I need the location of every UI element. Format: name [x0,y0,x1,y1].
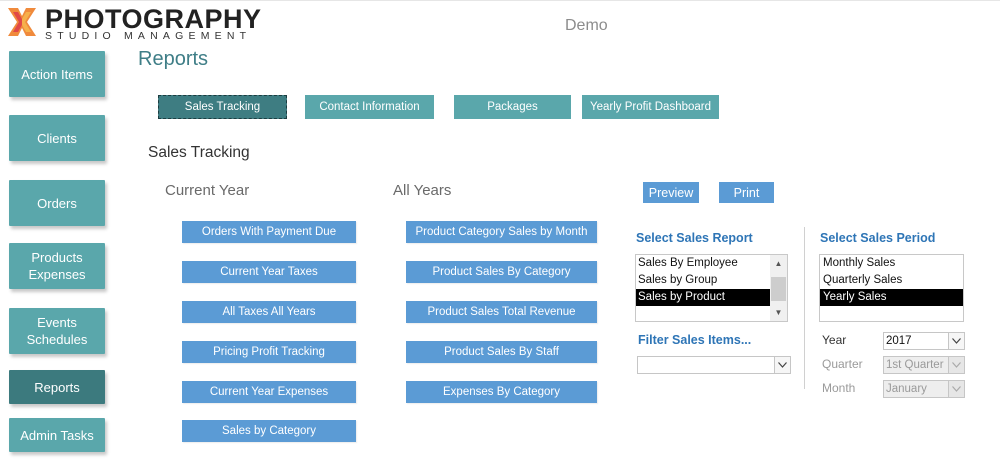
quarter-label: Quarter [822,357,863,371]
list-item[interactable]: Sales By Employee [636,255,771,272]
scrollbar-thumb[interactable] [771,277,786,301]
app-window: PHOTOGRAPHY STUDIO MANAGEMENT Demo Actio… [0,0,1000,469]
print-button[interactable]: Print [719,182,774,203]
sidebar-item-events-schedules[interactable]: Events Schedules [9,308,105,354]
tab-yearly-profit-dashboard[interactable]: Yearly Profit Dashboard [582,95,719,119]
sidebar-item-clients[interactable]: Clients [9,115,105,161]
sidebar-item-products-expenses[interactable]: Products Expenses [9,243,105,289]
all-years-heading: All Years [393,182,452,199]
brand-tagline: STUDIO MANAGEMENT [45,30,252,42]
list-item[interactable]: Quarterly Sales [820,272,963,289]
filter-sales-items-label: Filter Sales Items... [638,333,752,347]
month-dropdown[interactable]: January [883,380,965,398]
select-sales-period-label: Select Sales Period [820,231,936,245]
year-dropdown[interactable]: 2017 [883,332,965,350]
page-title: Reports [138,48,209,70]
demo-label: Demo [565,17,608,34]
sales-by-category-button[interactable]: Sales by Category [182,420,356,442]
sales-report-listbox[interactable]: Sales By Employee Sales by Group Sales b… [635,254,788,322]
listbox-scrollbar[interactable]: ▲ ▼ [770,255,787,321]
section-title: Sales Tracking [148,144,250,161]
product-sales-by-category-button[interactable]: Product Sales By Category [406,261,597,283]
chevron-down-icon[interactable] [948,357,964,373]
chevron-down-icon[interactable] [774,357,790,373]
year-value: 2017 [886,335,912,347]
expenses-by-category-button[interactable]: Expenses By Category [406,381,597,403]
pricing-profit-tracking-button[interactable]: Pricing Profit Tracking [182,341,356,363]
chevron-down-icon[interactable] [948,381,964,397]
sales-period-listbox[interactable]: Monthly Sales Quarterly Sales Yearly Sal… [819,254,964,322]
app-logo: PHOTOGRAPHY STUDIO MANAGEMENT [3,4,265,42]
sidebar-item-orders[interactable]: Orders [9,180,105,226]
arrow-up-icon[interactable]: ▲ [770,256,787,271]
tab-contact-information[interactable]: Contact Information [305,95,434,119]
sidebar-item-action-items[interactable]: Action Items [9,51,105,97]
current-year-taxes-button[interactable]: Current Year Taxes [182,261,356,283]
tab-sales-tracking[interactable]: Sales Tracking [158,95,287,119]
orders-with-payment-due-button[interactable]: Orders With Payment Due [182,221,356,243]
filter-sales-items-dropdown[interactable] [637,356,791,374]
list-item-selected[interactable]: Sales by Product [636,289,771,306]
list-item[interactable]: Monthly Sales [820,255,963,272]
current-year-heading: Current Year [165,182,250,199]
sidebar-item-reports[interactable]: Reports [9,370,105,404]
sidebar-item-admin-tasks[interactable]: Admin Tasks [9,418,105,452]
quarter-dropdown[interactable]: 1st Quarter [883,356,965,374]
sales-report-options: Sales By Employee Sales by Group Sales b… [636,255,771,306]
product-sales-total-revenue-button[interactable]: Product Sales Total Revenue [406,301,597,323]
x-shaped-logo-icon [8,8,36,36]
select-sales-report-label: Select Sales Report [636,231,753,245]
current-year-expenses-button[interactable]: Current Year Expenses [182,381,356,403]
product-sales-by-staff-button[interactable]: Product Sales By Staff [406,341,597,363]
arrow-down-icon[interactable]: ▼ [770,305,787,320]
preview-button[interactable]: Preview [643,182,699,203]
quarter-value: 1st Quarter [886,359,944,371]
month-value: January [886,383,927,395]
list-item-selected[interactable]: Yearly Sales [820,289,963,306]
year-label: Year [822,333,847,347]
tab-packages[interactable]: Packages [454,95,571,119]
month-label: Month [822,381,856,395]
vertical-divider [804,227,805,389]
list-item[interactable]: Sales by Group [636,272,771,289]
all-taxes-all-years-button[interactable]: All Taxes All Years [182,301,356,323]
chevron-down-icon[interactable] [948,333,964,349]
product-category-sales-by-month-button[interactable]: Product Category Sales by Month [406,221,597,243]
